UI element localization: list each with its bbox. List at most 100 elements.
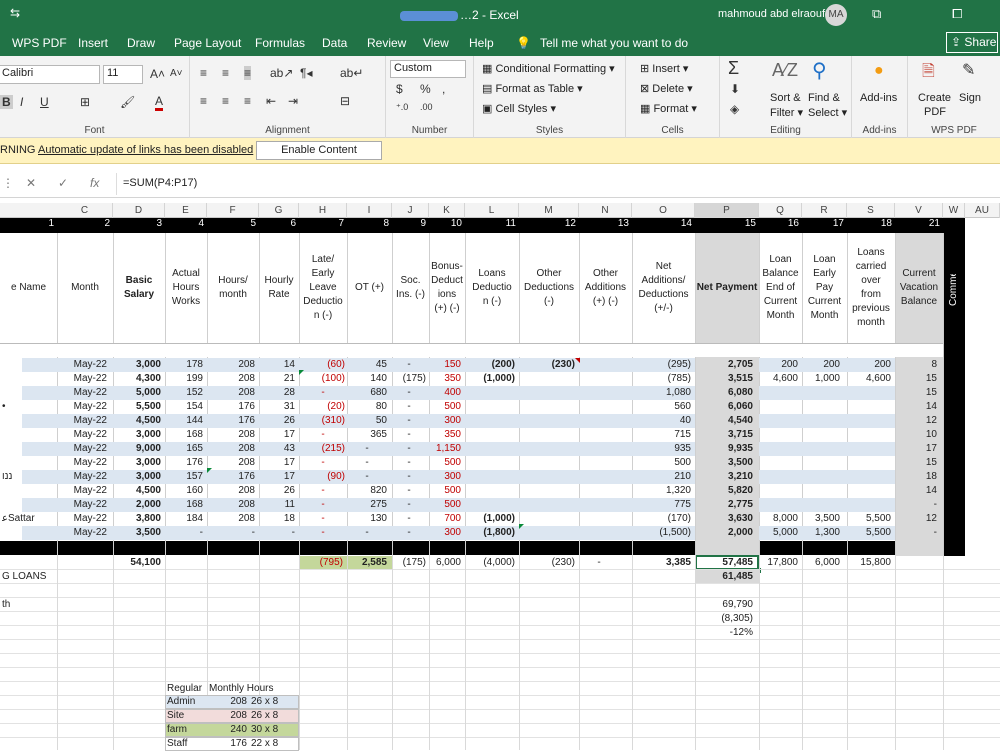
soc-ins-cell[interactable]: - [392,415,426,427]
loans-deduction-cell[interactable]: (1,000) [465,513,515,525]
soc-ins-cell[interactable]: - [392,485,426,497]
ot-cell[interactable]: - [347,457,387,469]
column-title[interactable]: (+) (-) [580,295,631,309]
net-additions-cell[interactable]: (295) [632,359,691,371]
column-title[interactable]: Salary [114,288,164,302]
percent-change-cell[interactable]: -12% [695,627,753,639]
comments-header[interactable]: Comments [948,274,960,306]
column-title[interactable]: e Name [1,281,56,295]
delete-cells-button[interactable]: ⊠ Delete ▾ [640,82,693,95]
late-deduction-cell[interactable]: - [299,513,347,525]
column-title[interactable]: month [208,288,258,302]
pdf-icon[interactable]: 🗎 [922,60,935,87]
sort-filter-icon[interactable]: A⁄Z [772,60,798,81]
column-title[interactable]: Bonus- [430,260,464,274]
net-additions-cell[interactable]: (170) [632,513,691,525]
soc-ins-cell[interactable]: - [392,499,426,511]
net-payment-cell[interactable]: 3,210 [695,471,753,483]
column-title[interactable]: from [848,288,894,302]
bonus-cell[interactable]: 300 [429,415,461,427]
month-cell[interactable]: May-22 [57,443,107,455]
actual-hours-cell[interactable]: 176 [165,457,203,469]
month-cell[interactable]: May-22 [57,415,107,427]
column-title[interactable]: Soc. [393,274,428,288]
net-additions-cell[interactable]: (1,500) [632,527,691,539]
comma-icon[interactable]: , [442,82,445,96]
vacation-balance-cell[interactable]: 15 [895,387,937,399]
align-right-icon[interactable]: ≡ [244,94,251,108]
hours-month-cell[interactable]: 176 [207,471,255,483]
loans-carried-cell[interactable]: 200 [847,359,891,371]
basic-salary-cell[interactable]: 2,000 [113,499,161,511]
net-payment-cell[interactable]: 2,705 [695,359,753,371]
net-additions-cell[interactable]: 40 [632,415,691,427]
actual-hours-cell[interactable]: 168 [165,499,203,511]
comparison-value-cell[interactable]: 69,790 [695,599,753,611]
enable-content-button[interactable]: Enable Content [256,141,382,160]
late-deduction-cell[interactable]: (90) [299,471,347,483]
tab-page-layout[interactable]: Page Layout [174,36,241,50]
tell-me-search[interactable]: Tell me what you want to do [540,36,688,50]
loan-early-pay-cell[interactable]: 1,000 [802,373,840,385]
other-deductions-cell[interactable]: (230) [519,359,575,371]
hours-table-label[interactable]: Site [167,710,207,722]
column-title[interactable]: (+) (-) [430,302,464,316]
soc-ins-cell[interactable]: (175) [392,373,426,385]
net-payment-cell[interactable]: 2,000 [695,527,753,539]
month-cell[interactable]: May-22 [57,401,107,413]
month-cell[interactable]: May-22 [57,387,107,399]
column-header[interactable]: G [259,203,299,218]
sign-button[interactable]: Sign [959,92,981,104]
format-cells-button[interactable]: ▦ Format ▾ [640,102,697,115]
align-bottom-icon[interactable]: ≡ [244,66,252,80]
total-ot[interactable]: 2,585 [347,557,387,569]
sort-filter-button-2[interactable]: Filter ▾ [770,106,803,119]
font-name-box[interactable]: Calibri [0,65,100,84]
net-payment-cell[interactable]: 9,935 [695,443,753,455]
hours-table-hours[interactable]: 176 [209,738,247,750]
underline-icon[interactable]: U [40,95,49,109]
column-title[interactable]: ions [430,288,464,302]
column-title[interactable]: Hourly [260,274,298,288]
column-title[interactable]: Additions/ [633,274,694,288]
net-payment-cell[interactable]: 5,820 [695,485,753,497]
fill-color-icon[interactable]: 🖌 [120,95,135,109]
hours-month-cell[interactable]: 176 [207,401,255,413]
clear-icon[interactable]: ◈ [730,102,739,116]
net-payment-cell[interactable]: 6,060 [695,401,753,413]
basic-salary-cell[interactable]: 3,000 [113,457,161,469]
ot-cell[interactable]: 50 [347,415,387,427]
late-deduction-cell[interactable]: - [299,457,347,469]
soc-ins-cell[interactable]: - [392,401,426,413]
month-cell[interactable]: May-22 [57,471,107,483]
column-title[interactable]: Month [58,281,112,295]
bonus-cell[interactable]: 500 [429,499,461,511]
align-left-icon[interactable]: ≡ [200,94,207,108]
bonus-cell[interactable]: 500 [429,457,461,469]
ot-cell[interactable]: 275 [347,499,387,511]
loan-balance-cell[interactable]: 4,600 [759,373,798,385]
bold-icon[interactable]: B [0,95,13,109]
column-title[interactable]: Vacation [896,281,942,295]
soc-ins-cell[interactable]: - [392,429,426,441]
month-cell[interactable]: May-22 [57,513,107,525]
net-additions-cell[interactable]: 715 [632,429,691,441]
percent-icon[interactable]: % [420,82,431,96]
basic-salary-cell[interactable]: 3,000 [113,359,161,371]
actual-hours-cell[interactable]: 154 [165,401,203,413]
ot-cell[interactable]: 140 [347,373,387,385]
ot-cell[interactable]: - [347,443,387,455]
sign-icon[interactable]: ✎ [962,60,975,80]
column-title[interactable]: Other [580,267,631,281]
quick-access-icon[interactable]: ⇆ [10,6,20,20]
rtl-icon[interactable]: ¶◂ [300,66,312,80]
hours-table-header[interactable]: Regular [167,683,207,695]
column-header[interactable]: I [347,203,392,218]
column-title[interactable]: carried [848,260,894,274]
month-cell[interactable]: May-22 [57,499,107,511]
tab-draw[interactable]: Draw [127,36,155,50]
bonus-cell[interactable]: 300 [429,471,461,483]
column-title[interactable]: Current [803,295,846,309]
column-header[interactable]: E [165,203,207,218]
actual-hours-cell[interactable]: 144 [165,415,203,427]
